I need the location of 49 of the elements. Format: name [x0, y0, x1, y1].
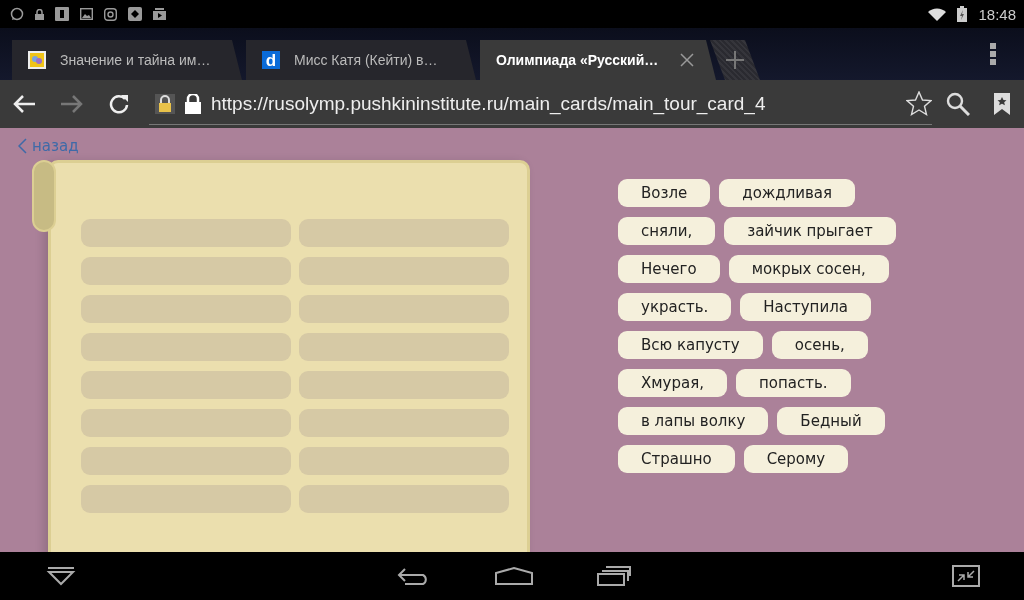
word-chip[interactable]: зайчик прыгает [724, 217, 896, 245]
word-chip[interactable]: Наступила [740, 293, 871, 321]
lock-icon [185, 93, 201, 114]
plus-icon [726, 51, 744, 69]
word-chip[interactable]: украсть. [618, 293, 732, 321]
word-chip[interactable]: Хмурая, [618, 369, 727, 397]
browser-tab[interactable]: d Мисс Катя (Кейти) в… [246, 40, 476, 80]
chat-bubble-icon [10, 7, 24, 21]
camera-icon [104, 7, 117, 21]
wifi-icon [928, 7, 947, 21]
reload-icon[interactable] [109, 94, 129, 114]
menu-icon[interactable] [990, 43, 996, 65]
word-chip[interactable]: дождливая [719, 179, 856, 207]
word-chip[interactable]: сняли, [618, 217, 716, 245]
collapse-icon[interactable] [952, 565, 980, 587]
search-icon[interactable] [946, 92, 970, 116]
chevron-left-icon [18, 138, 27, 154]
browser-tab[interactable]: Значение и тайна им… [12, 40, 242, 80]
word-chip[interactable]: Возле [618, 179, 711, 207]
word-chip[interactable]: Всю капусту [618, 331, 763, 359]
word-chip[interactable]: Страшно [618, 445, 735, 473]
forward-icon[interactable] [60, 94, 84, 114]
new-tab-button[interactable] [710, 40, 760, 80]
recent-apps-icon[interactable] [597, 566, 631, 586]
star-icon[interactable] [906, 91, 932, 116]
word-chip[interactable]: мокрых сосен, [728, 255, 889, 283]
word-chip[interactable]: попасть. [736, 369, 851, 397]
url-text: https://rusolymp.pushkininstitute.ru/main_cards/main_tour_card_4 [211, 92, 767, 115]
close-icon[interactable] [680, 53, 694, 67]
back-icon[interactable] [12, 94, 36, 114]
favicon-icon [28, 51, 46, 69]
media-icon [153, 8, 166, 20]
home-icon[interactable] [495, 567, 533, 585]
padlock-badge-icon [155, 93, 175, 114]
lock-icon [35, 8, 44, 20]
hide-keyboard-icon[interactable] [46, 566, 76, 586]
battery-icon [957, 6, 968, 22]
word-chip[interactable]: в лапы волку [618, 407, 769, 435]
image-icon [80, 8, 93, 20]
clock-time: 18:48 [978, 5, 1016, 23]
b-square-icon [55, 7, 69, 21]
word-chip[interactable]: Бедный [777, 407, 885, 435]
word-chip[interactable]: Серому [743, 445, 849, 473]
favicon-icon: d [262, 51, 280, 69]
word-chip[interactable]: Нечего [618, 255, 720, 283]
word-chip[interactable]: осень, [771, 331, 868, 359]
browser-tab[interactable]: Олимпиада «Русский… [480, 40, 716, 80]
app-icon [128, 7, 142, 21]
bookmark-icon[interactable] [994, 93, 1010, 115]
